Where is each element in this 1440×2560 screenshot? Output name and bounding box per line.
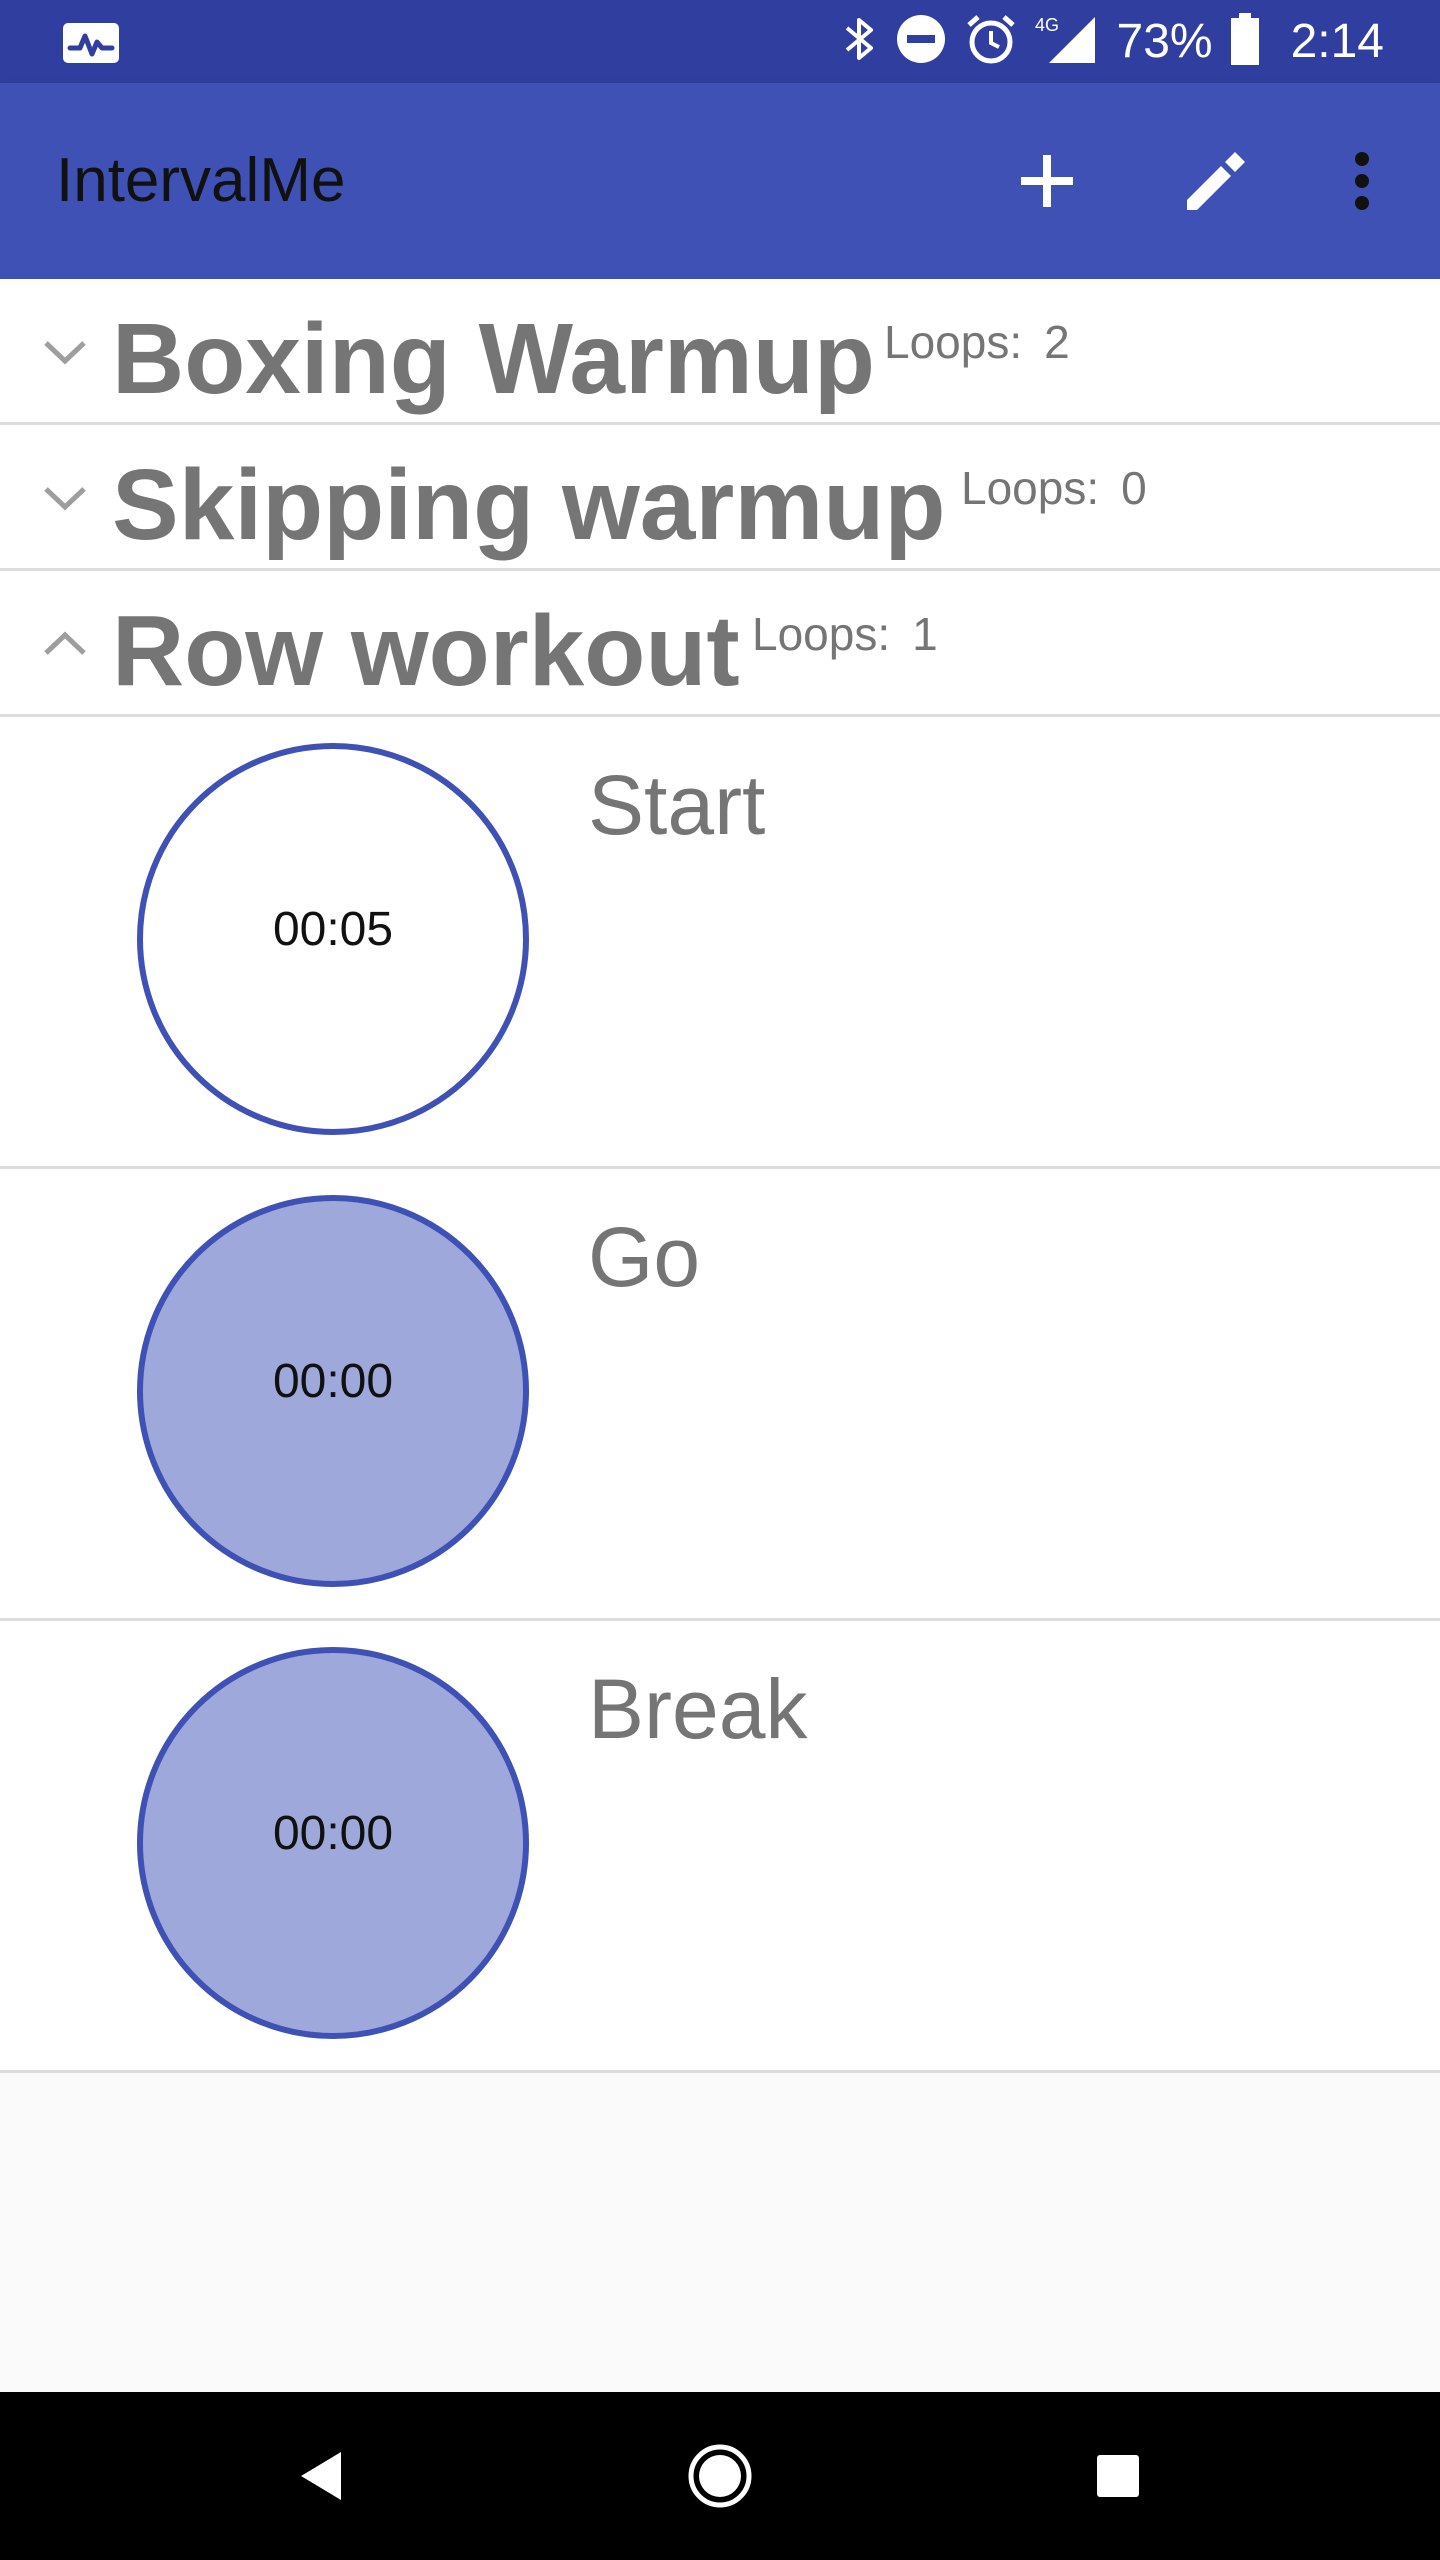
loops-label: Loops:	[961, 462, 1100, 514]
group-row-row-workout[interactable]: Row workout Loops: 1	[0, 571, 1440, 717]
recents-button[interactable]	[1068, 2426, 1168, 2526]
battery-percent: 73%	[1116, 15, 1213, 68]
loops-value: 2	[1044, 316, 1070, 368]
more-vert-icon	[1355, 152, 1369, 210]
back-icon	[301, 2452, 341, 2500]
alarm-icon	[965, 13, 1017, 70]
group-loops: Loops: 0	[961, 461, 1147, 515]
app-title: IntervalMe	[56, 146, 346, 215]
signal-icon: 4G	[1035, 13, 1099, 70]
battery-icon	[1230, 13, 1259, 70]
group-title: Row workout	[112, 595, 740, 707]
interval-timer-circle: 00:00	[137, 1195, 529, 1587]
edit-icon	[1187, 152, 1245, 210]
interval-time: 00:05	[272, 902, 394, 956]
interval-time: 00:00	[272, 1806, 394, 1860]
group-title: Boxing Warmup	[112, 303, 875, 415]
interval-name: Start	[588, 758, 766, 852]
interval-time: 00:00	[272, 1354, 394, 1408]
group-row-skipping-warmup[interactable]: Skipping warmup Loops: 0	[0, 425, 1440, 571]
group-title: Skipping warmup	[112, 449, 946, 561]
more-options-button[interactable]	[1314, 133, 1410, 229]
group-loops: Loops: 2	[884, 315, 1070, 369]
status-bar: 4G 73% 2:14	[0, 0, 1440, 83]
interval-row-go[interactable]: 00:00 Go	[0, 1169, 1440, 1621]
interval-timer-circle: 00:00	[137, 1647, 529, 2039]
chevron-down-icon	[44, 341, 86, 365]
interval-name: Go	[588, 1210, 701, 1304]
loops-value: 0	[1121, 462, 1147, 514]
group-row-boxing-warmup[interactable]: Boxing Warmup Loops: 2	[0, 279, 1440, 425]
do-not-disturb-icon	[895, 13, 947, 70]
chevron-up-icon	[44, 631, 86, 655]
interval-timer-circle: 00:05	[137, 743, 529, 1135]
add-button[interactable]	[999, 133, 1095, 229]
bluetooth-icon	[843, 14, 877, 69]
chevron-down-icon	[44, 487, 86, 511]
home-icon	[688, 2444, 752, 2508]
loops-label: Loops:	[884, 316, 1023, 368]
app-bar: IntervalMe	[0, 83, 1440, 279]
recents-icon	[1097, 2455, 1139, 2497]
loops-value: 1	[912, 608, 938, 660]
group-loops: Loops: 1	[752, 607, 938, 661]
status-icons: 4G 73% 2:14	[843, 0, 1384, 83]
navigation-bar	[0, 2392, 1440, 2560]
edit-button[interactable]	[1168, 133, 1264, 229]
interval-row-start[interactable]: 00:05 Start	[0, 717, 1440, 1169]
interval-name: Break	[588, 1662, 808, 1756]
pulse-app-icon	[62, 22, 120, 64]
svg-text:4G: 4G	[1035, 15, 1059, 35]
interval-row-break[interactable]: 00:00 Break	[0, 1621, 1440, 2073]
clock: 2:14	[1290, 15, 1384, 68]
home-button[interactable]	[670, 2426, 770, 2526]
workout-list: Boxing Warmup Loops: 2 Skipping warmup Lo…	[0, 279, 1440, 2073]
add-icon	[1021, 155, 1073, 207]
loops-label: Loops:	[752, 608, 891, 660]
back-button[interactable]	[270, 2426, 370, 2526]
